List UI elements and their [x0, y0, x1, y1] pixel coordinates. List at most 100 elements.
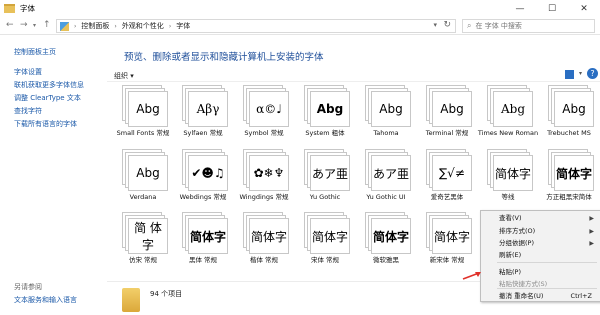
- font-preview: 简体字: [483, 149, 533, 191]
- font-sample: Abg: [128, 91, 168, 127]
- chevron-down-icon[interactable]: ▾: [579, 70, 582, 77]
- font-preview: Abg: [361, 85, 411, 127]
- ctx-view-item[interactable]: 查看(V) ▶: [481, 213, 600, 224]
- see-also-label: 另请参阅: [14, 283, 42, 291]
- sidebar-item-online-fonts[interactable]: 联机获取更多字体信息: [14, 79, 84, 92]
- submenu-arrow-icon: ▶: [589, 240, 594, 247]
- font-preview: 简体字: [178, 212, 228, 254]
- font-tile[interactable]: 简体字 新宋体 常规: [411, 212, 483, 265]
- sidebar-item-text-services[interactable]: 文本服务和输入语言: [14, 295, 77, 305]
- minimize-button[interactable]: —: [504, 0, 536, 17]
- font-sample: 简体字: [310, 218, 350, 254]
- font-sample: Abg: [493, 91, 533, 127]
- font-name: Trebuchet MS: [547, 129, 591, 137]
- ctx-group-by-item[interactable]: 分组依据(P) ▶: [481, 238, 600, 249]
- font-sample: Abg: [432, 91, 472, 127]
- breadcrumb-fonts[interactable]: 字体: [176, 21, 190, 31]
- address-field[interactable]: › 控制面板 › 外观和个性化 › 字体 ▾ ↻: [56, 19, 456, 33]
- folder-icon: [4, 4, 15, 13]
- font-sample: ✔☻♫: [188, 155, 228, 191]
- font-preview: Abg: [483, 85, 533, 127]
- back-arrow-icon[interactable]: ←: [6, 20, 14, 30]
- close-button[interactable]: ✕: [568, 0, 600, 17]
- font-tile[interactable]: Abg Trebuchet MS: [533, 85, 600, 138]
- forward-arrow-icon[interactable]: →: [20, 20, 28, 30]
- refresh-icon[interactable]: ↻: [443, 20, 451, 30]
- up-arrow-icon[interactable]: ↑: [43, 20, 51, 30]
- font-preview: Abg: [118, 85, 168, 127]
- sidebar-item-download-fonts[interactable]: 下载所有语言的字体: [14, 118, 84, 131]
- font-sample: 简体字: [493, 155, 533, 191]
- organize-button[interactable]: 组织 ▾: [114, 71, 134, 81]
- font-preview: 简 体 字: [118, 212, 168, 254]
- context-menu: 查看(V) ▶ 排序方式(O) ▶ 分组依据(P) ▶ 刷新(E) 粘贴(P) 粘贴快捷方式(S…: [480, 210, 600, 302]
- sidebar-item-font-settings[interactable]: 字体设置: [14, 66, 84, 79]
- menu-divider: [497, 262, 597, 263]
- menu-item-label: 粘贴快捷方式(S): [499, 280, 548, 288]
- font-sample: Abg: [310, 91, 350, 127]
- view-icon[interactable]: [565, 70, 574, 79]
- menu-item-label: 撤消 重命名(U): [499, 292, 544, 300]
- menu-item-label: 分组依据(P): [499, 239, 534, 247]
- ctx-sort-by-item[interactable]: 排序方式(O) ▶: [481, 226, 600, 237]
- search-icon: ⌕: [467, 21, 472, 30]
- fonts-folder-icon: [122, 288, 140, 312]
- font-sample: ✿❄♆: [249, 155, 289, 191]
- chevron-right-icon[interactable]: ›: [114, 23, 116, 30]
- font-sample: 简体字: [554, 155, 594, 191]
- font-sample: α©♩: [249, 91, 289, 127]
- font-preview: 简体字: [422, 212, 472, 254]
- menu-item-label: 粘贴(P): [499, 268, 521, 276]
- font-preview: Aβγ: [178, 85, 228, 127]
- font-preview: ∑√≠: [422, 149, 472, 191]
- font-tile[interactable]: 简体字方正粗黑宋简体: [533, 149, 600, 202]
- control-panel-icon: [60, 21, 69, 31]
- submenu-arrow-icon: ▶: [589, 228, 594, 235]
- font-preview: Abg: [544, 85, 594, 127]
- maximize-button[interactable]: ☐: [536, 0, 568, 17]
- menu-item-label: 查看(V): [499, 214, 522, 222]
- font-preview: Abg: [118, 149, 168, 191]
- window-controls: — ☐ ✕: [504, 0, 600, 17]
- font-preview: 简体字: [239, 212, 289, 254]
- ctx-undo-rename-item[interactable]: 撤消 重命名(U) Ctrl+Z: [481, 291, 600, 302]
- font-sample: Abg: [371, 91, 411, 127]
- shortcut-label: Ctrl+Z: [570, 292, 592, 300]
- font-sample: 简 体 字: [128, 218, 168, 254]
- font-preview: ✿❄♆: [239, 149, 289, 191]
- font-preview: ✔☻♫: [178, 149, 228, 191]
- sidebar-item-find-character[interactable]: 查找字符: [14, 105, 84, 118]
- breadcrumb-control-panel[interactable]: 控制面板: [81, 21, 109, 31]
- font-sample: Abg: [554, 91, 594, 127]
- font-sample: ∑√≠: [432, 155, 472, 191]
- search-input[interactable]: [475, 22, 586, 30]
- search-box[interactable]: ⌕: [462, 19, 595, 33]
- sidebar: 控制面板主页 字体设置 联机获取更多字体信息 调整 ClearType 文本 查…: [0, 36, 107, 315]
- font-name: 方正粗黑宋简体: [546, 193, 592, 201]
- ctx-paste-item[interactable]: 粘贴(P): [481, 267, 600, 278]
- breadcrumb-appearance[interactable]: 外观和个性化: [122, 21, 164, 31]
- chevron-right-icon[interactable]: ›: [169, 23, 171, 30]
- window-title: 字体: [20, 4, 35, 13]
- sidebar-links: 字体设置 联机获取更多字体信息 调整 ClearType 文本 查找字符 下载所…: [14, 66, 84, 131]
- font-preview: あア亜: [300, 149, 350, 191]
- font-preview: あア亜: [361, 149, 411, 191]
- font-preview: 简体字: [544, 149, 594, 191]
- font-sample: 简体字: [249, 218, 289, 254]
- font-sample: 简体字: [371, 218, 411, 254]
- ctx-refresh-item[interactable]: 刷新(E): [481, 250, 600, 261]
- chevron-right-icon[interactable]: ›: [74, 23, 76, 30]
- title-bar: 字体 — ☐ ✕: [0, 0, 600, 17]
- font-sample: Aβγ: [188, 91, 228, 127]
- sidebar-home-link[interactable]: 控制面板主页: [14, 47, 56, 57]
- recent-chevron-icon[interactable]: ▾: [33, 22, 36, 29]
- font-preview: 简体字: [361, 212, 411, 254]
- help-icon[interactable]: ?: [587, 68, 598, 79]
- font-preview: α©♩: [239, 85, 289, 127]
- font-name: 新宋体 常规: [429, 256, 465, 264]
- submenu-arrow-icon: ▶: [589, 215, 594, 222]
- font-sample: あア亜: [310, 155, 350, 191]
- sidebar-item-cleartype[interactable]: 调整 ClearType 文本: [14, 92, 84, 105]
- chevron-down-icon[interactable]: ▾: [433, 21, 437, 29]
- address-bar-row: ← → ▾ ↑ › 控制面板 › 外观和个性化 › 字体 ▾ ↻ ⌕: [0, 17, 600, 35]
